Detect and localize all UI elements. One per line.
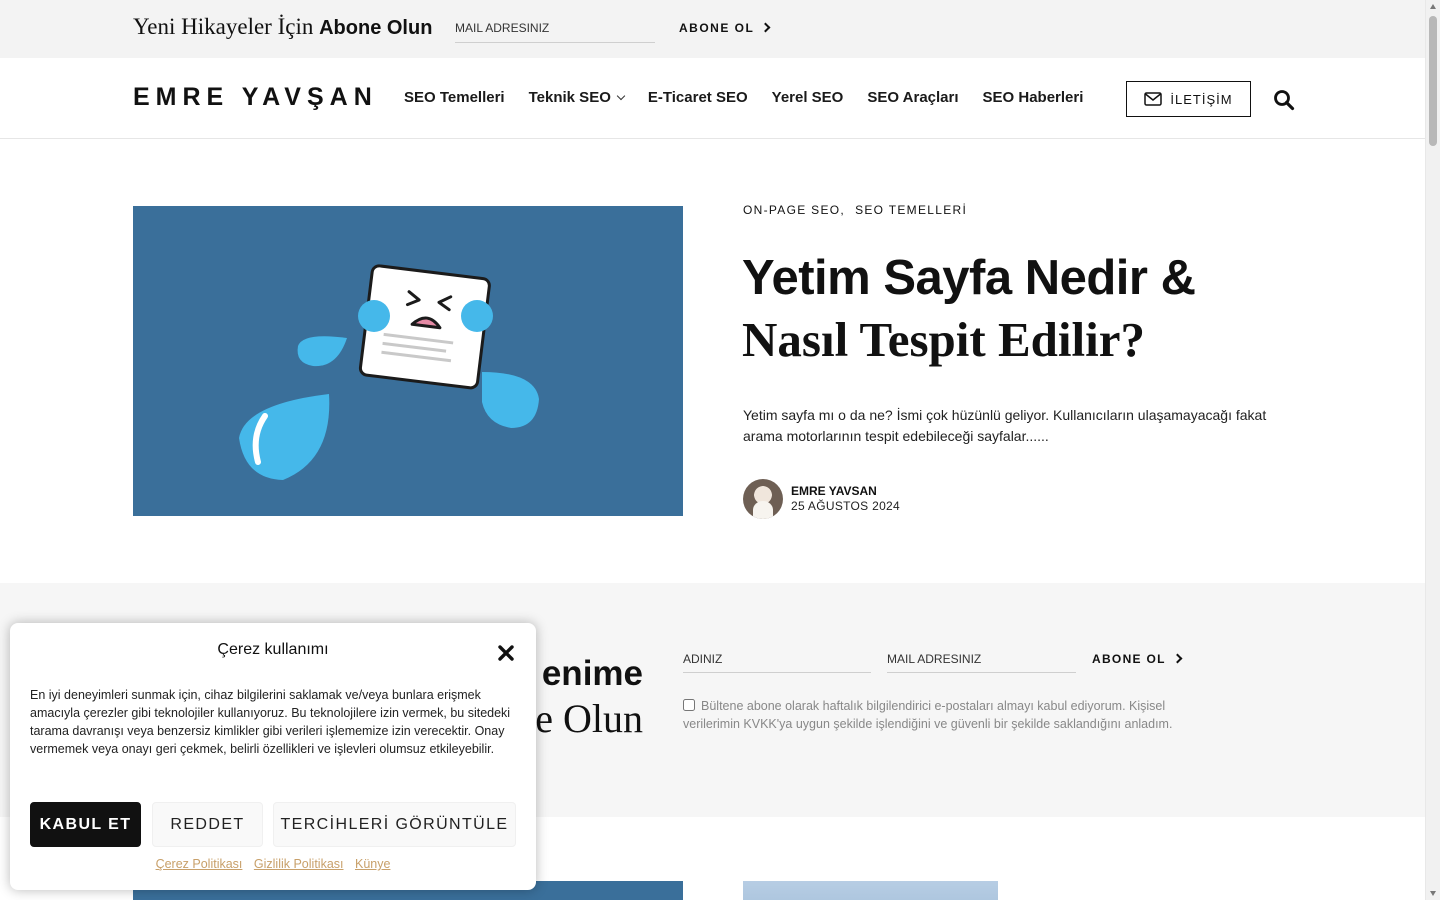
topbar-subscribe-button[interactable]: ABONE OL (679, 21, 771, 35)
page-scrollbar[interactable] (1425, 0, 1440, 900)
contact-button[interactable]: İLETİŞİM (1126, 81, 1251, 117)
cookie-consent-dialog: Çerez kullanımı En iyi deneyimleri sunma… (10, 623, 536, 890)
newsletter-consent: Bültene abone olarak haftalık bilgilendi… (683, 697, 1183, 733)
scrollbar-thumb[interactable] (1429, 16, 1437, 146)
subscribe-bar: Yeni Hikayeler İçin Abone Olun ABONE OL (0, 0, 1425, 58)
nav-item-seo-haberleri[interactable]: SEO Haberleri (983, 89, 1084, 106)
cookie-text: En iyi deneyimleri sunmak için, cihaz bi… (30, 688, 511, 756)
privacy-policy-link[interactable]: Gizlilik Politikası (254, 857, 344, 871)
newsletter-name-input[interactable] (683, 645, 871, 673)
topbar-email-input[interactable] (455, 14, 655, 43)
post-date: 25 AĞUSTOS 2024 (791, 499, 901, 513)
cookie-title: Çerez kullanımı (217, 641, 329, 658)
post-excerpt: Yetim sayfa mı o da ne? İsmi çok hüzünlü… (743, 407, 1267, 444)
chevron-right-icon (1172, 653, 1183, 664)
accept-button[interactable]: KABUL ET (30, 802, 141, 847)
author-name[interactable]: EMRE YAVSAN (791, 484, 900, 499)
newsletter-email-input[interactable] (887, 645, 1076, 673)
imprint-link[interactable]: Künye (355, 857, 390, 871)
post-categories: ON-PAGE SEO, SEO TEMELLERİ (743, 203, 967, 217)
crying-document-illustration (239, 264, 539, 480)
site-logo[interactable]: EMRE YAVŞAN (133, 83, 378, 112)
avatar[interactable] (743, 479, 783, 519)
consent-text: Bültene abone olarak haftalık bilgilendi… (683, 699, 1173, 731)
subscribe-lead-bold: Abone Olun (319, 17, 433, 39)
category-link-seo-temelleri[interactable]: SEO TEMELLERİ (855, 203, 967, 217)
chevron-right-icon (760, 22, 771, 33)
nav-item-seo-temelleri[interactable]: SEO Temelleri (404, 89, 505, 106)
newsletter-subscribe-label: ABONE OL (1092, 652, 1166, 666)
nav-item-e-ticaret-seo[interactable]: E-Ticaret SEO (648, 89, 748, 106)
post-image-3[interactable] (743, 881, 998, 900)
view-preferences-button[interactable]: TERCİHLERİ GÖRÜNTÜLE (273, 802, 516, 847)
nav-item-teknik-seo[interactable]: Teknik SEO (529, 89, 624, 106)
nav-item-yerel-seo[interactable]: Yerel SEO (772, 89, 844, 106)
category-link-on-page-seo[interactable]: ON-PAGE SEO, (743, 203, 845, 217)
post-title-line1: Yetim Sayfa Nedir & (742, 251, 1196, 305)
close-icon[interactable] (496, 643, 516, 663)
consent-checkbox[interactable] (683, 699, 695, 711)
newsletter-heading-line2: e Olun (535, 696, 643, 741)
newsletter-subscribe-button[interactable]: ABONE OL (1092, 652, 1183, 666)
deny-button[interactable]: REDDET (152, 802, 263, 847)
post-title-line2: Nasıl Tespit Edilir? (742, 312, 1146, 367)
subscribe-lead: Yeni Hikayeler İçin Abone Olun (133, 14, 432, 40)
mail-icon (1144, 92, 1163, 106)
main-nav: SEO Temelleri Teknik SEO E-Ticaret SEO Y… (404, 89, 1083, 106)
cookie-links: Çerez Politikası Gizlilik Politikası Kün… (10, 857, 536, 871)
topbar-subscribe-label: ABONE OL (679, 21, 755, 35)
post-title[interactable]: Yetim Sayfa Nedir & Nasıl Tespit Edilir? (742, 248, 1302, 371)
subscribe-lead-text: Yeni Hikayeler İçin (133, 14, 314, 39)
featured-post-image[interactable] (133, 206, 683, 516)
search-icon[interactable] (1273, 89, 1295, 111)
scroll-down-icon[interactable] (1430, 891, 1436, 896)
nav-item-seo-araclari[interactable]: SEO Araçları (867, 89, 958, 106)
site-header: EMRE YAVŞAN SEO Temelleri Teknik SEO E-T… (0, 58, 1425, 139)
cookie-policy-link[interactable]: Çerez Politikası (156, 857, 243, 871)
newsletter-heading-line1: enime (541, 654, 643, 693)
post-author: EMRE YAVSAN 25 AĞUSTOS 2024 (743, 479, 900, 519)
contact-label: İLETİŞİM (1170, 91, 1233, 107)
scroll-up-icon[interactable] (1430, 4, 1436, 9)
